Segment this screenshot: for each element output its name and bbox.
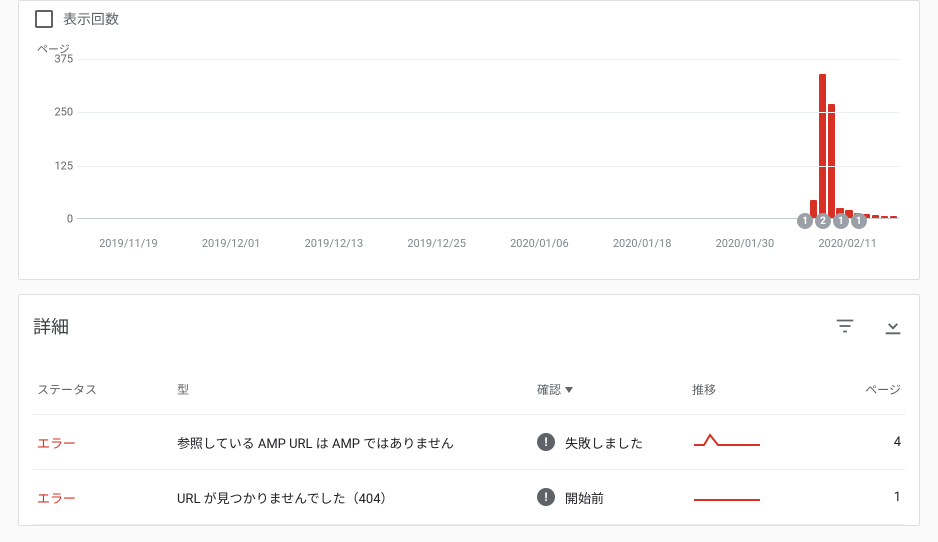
y-tick-label: 250 [33,106,73,119]
trend-cell [688,470,823,525]
col-status-header[interactable]: ステータス [33,365,173,415]
y-tick-label: 0 [33,213,73,226]
alert-icon: ! [537,433,555,451]
x-tick-label: 2019/11/19 [99,237,158,250]
chart-card: 表示回数 ページ 0125250375 1211 2019/11/192019/… [18,0,920,280]
x-tick-label: 2019/12/13 [305,237,364,250]
y-tick-label: 375 [33,53,73,66]
filter-icon[interactable] [833,314,857,338]
x-tick-label: 2020/01/30 [716,237,775,250]
details-card: 詳細 ステータス 型 確認 推移 ページ [18,294,920,526]
impressions-checkbox[interactable] [35,10,53,28]
col-validation-header[interactable]: 確認 [533,365,688,415]
validation-text: 失敗しました [565,433,643,452]
x-tick-label: 2019/12/01 [202,237,261,250]
impressions-label: 表示回数 [63,9,119,29]
chart-area: 0125250375 1211 2019/11/192019/12/012019… [33,59,905,259]
table-header-row: ステータス 型 確認 推移 ページ [33,365,905,415]
table-row[interactable]: エラー参照している AMP URL は AMP ではありません! 失敗しました 4 [33,415,905,470]
chart-bar [819,74,826,219]
chart-plot [77,59,899,219]
col-validation-label: 確認 [537,381,561,398]
x-tick-label: 2020/02/11 [818,237,877,250]
details-table: ステータス 型 確認 推移 ページ エラー参照している AMP URL は AM… [33,365,905,525]
col-type-header[interactable]: 型 [173,365,533,415]
status-cell: エラー [33,415,173,470]
table-row[interactable]: エラーURL が見つかりませんでした（404）! 開始前 1 [33,470,905,525]
y-tick-label: 125 [33,159,73,172]
impressions-checkbox-row[interactable]: 表示回数 [33,5,905,41]
details-title: 詳細 [33,313,69,339]
x-tick-label: 2020/01/06 [510,237,569,250]
pages-cell: 1 [823,470,905,525]
x-tick-label: 2020/01/18 [613,237,672,250]
validation-text: 開始前 [565,488,604,507]
trend-cell [688,415,823,470]
type-cell: 参照している AMP URL は AMP ではありません [173,415,533,470]
validation-cell: ! 失敗しました [533,415,688,470]
type-cell: URL が見つかりませんでした（404） [173,470,533,525]
sort-descending-icon [565,387,573,393]
validation-cell: ! 開始前 [533,470,688,525]
status-cell: エラー [33,470,173,525]
chart-bar [828,104,835,219]
col-pages-header[interactable]: ページ [823,365,905,415]
pages-cell: 4 [823,415,905,470]
alert-icon: ! [537,488,555,506]
download-icon[interactable] [881,314,905,338]
chart-y-axis-title: ページ [37,41,905,57]
x-tick-label: 2019/12/25 [407,237,466,250]
col-trend-header[interactable]: 推移 [688,365,823,415]
